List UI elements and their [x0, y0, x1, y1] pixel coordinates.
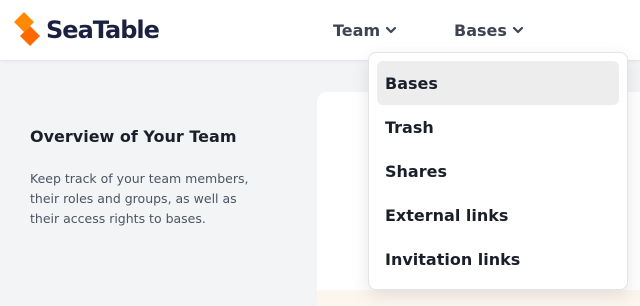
overview-title: Overview of Your Team: [30, 127, 237, 146]
bases-dropdown-menu: Bases Trash Shares External links Invita…: [368, 52, 628, 290]
menu-item-bases[interactable]: Bases: [377, 61, 619, 105]
nav-bases-menu[interactable]: Bases: [454, 18, 524, 42]
menu-item-label: Shares: [385, 161, 447, 181]
overview-section: Overview of Your Team Keep track of your…: [30, 127, 290, 229]
seatable-logo-icon: [12, 12, 42, 48]
menu-item-label: Bases: [385, 73, 438, 93]
content-card-footer: [317, 290, 640, 306]
seatable-logo[interactable]: SeaTable: [12, 11, 160, 49]
seatable-logo-text: SeaTable: [46, 16, 160, 44]
nav-team-menu[interactable]: Team: [333, 18, 397, 42]
menu-item-external-links[interactable]: External links: [377, 193, 619, 237]
nav-bases-label: Bases: [454, 20, 507, 40]
chevron-down-icon: [512, 24, 524, 36]
nav-team-label: Team: [333, 20, 381, 40]
menu-item-shares[interactable]: Shares: [377, 149, 619, 193]
menu-item-invitation-links[interactable]: Invitation links: [377, 237, 619, 281]
chevron-down-icon: [385, 24, 397, 36]
menu-item-label: Invitation links: [385, 249, 521, 269]
menu-item-label: External links: [385, 205, 509, 225]
overview-description: Keep track of your team members, their r…: [30, 171, 249, 226]
menu-item-label: Trash: [385, 117, 434, 137]
menu-item-trash[interactable]: Trash: [377, 105, 619, 149]
